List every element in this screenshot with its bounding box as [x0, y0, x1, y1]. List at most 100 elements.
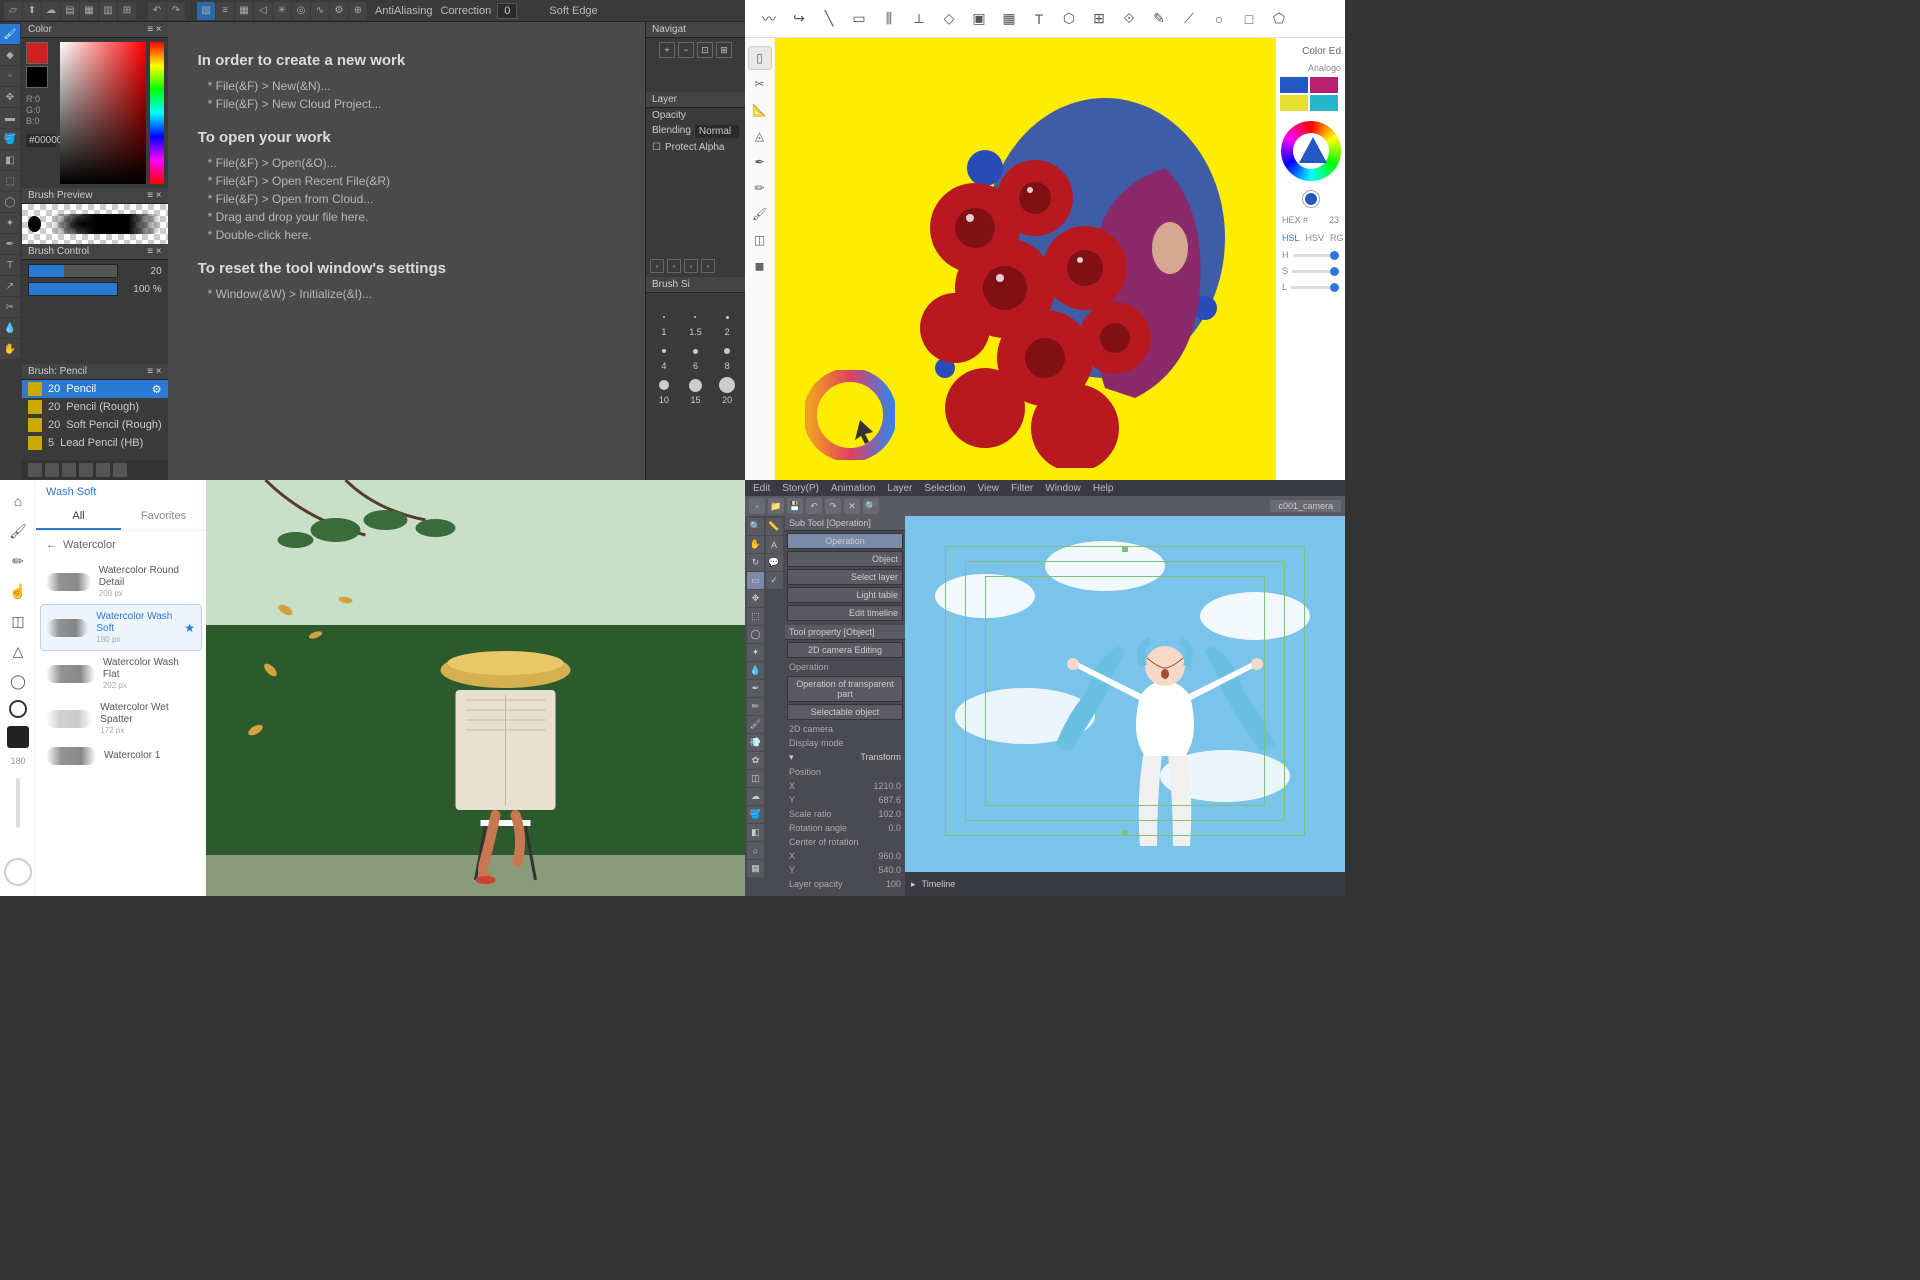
canvas-welcome[interactable]: In order to create a new work * File(&F)…	[168, 22, 645, 480]
snap-settings-icon[interactable]: ⚙	[330, 2, 348, 20]
brush-size-preset[interactable]: 4	[650, 341, 678, 371]
swatch[interactable]	[1280, 77, 1308, 93]
eyedropper-tool-icon[interactable]: 💧	[0, 318, 20, 338]
brush-icon[interactable]: 〰	[759, 9, 779, 29]
snap-circle-icon[interactable]: ◎	[292, 2, 310, 20]
save-icon[interactable]: ▤	[61, 2, 79, 20]
cloud-icon[interactable]: ☁	[42, 2, 60, 20]
gradient-icon[interactable]: ◧	[747, 824, 764, 841]
swatch[interactable]	[1280, 95, 1308, 111]
text-tool-icon[interactable]: T	[0, 255, 20, 275]
brush-icon[interactable]: 🖌	[7, 520, 29, 542]
timeline-toggle-icon[interactable]: ▸	[911, 879, 916, 890]
menu-story[interactable]: Story(P)	[782, 483, 819, 494]
camera-handle[interactable]	[1122, 830, 1128, 836]
text-icon[interactable]: T	[1029, 9, 1049, 29]
panel-menu-icon[interactable]: ≡ ×	[147, 190, 161, 201]
zoom-out-icon[interactable]: −	[678, 42, 694, 58]
subtool-item[interactable]: Select layer	[787, 569, 903, 585]
layer-icon[interactable]: ▫	[667, 259, 681, 273]
eyedrop-icon[interactable]: ⟋	[1179, 9, 1199, 29]
blend-mode-select[interactable]: Normal	[695, 125, 739, 138]
brush-size-slider[interactable]	[28, 264, 118, 278]
eraser-tool-icon[interactable]: ◆	[0, 45, 20, 65]
snap-curve-icon[interactable]: ∿	[311, 2, 329, 20]
fill-icon[interactable]: ◼	[748, 254, 772, 278]
grid-icon[interactable]: ▦	[80, 2, 98, 20]
pen-tool-icon[interactable]: ✒	[0, 234, 20, 254]
background-swatch[interactable]	[26, 66, 48, 88]
home-icon[interactable]: ⌂	[7, 490, 29, 512]
operation-tool-icon[interactable]: ↗	[0, 276, 20, 296]
menu-layer[interactable]: Layer	[887, 483, 912, 494]
frame-icon[interactable]: ▦	[747, 860, 764, 877]
tab-rgb[interactable]: RG	[1330, 233, 1344, 243]
ruler-icon[interactable]: 📏	[766, 518, 783, 535]
subtool-group[interactable]: Operation	[787, 533, 903, 549]
size-slider[interactable]	[16, 778, 20, 828]
brush-size-preset[interactable]: 15	[682, 375, 710, 405]
soft-edge-label[interactable]: Soft Edge	[549, 5, 597, 17]
menu-window[interactable]: Window	[1045, 483, 1081, 494]
figure-icon[interactable]: ○	[747, 842, 764, 859]
canvas-area[interactable]	[775, 38, 1275, 480]
menu-filter[interactable]: Filter	[1011, 483, 1033, 494]
hand-tool-icon[interactable]: ✋	[0, 339, 20, 359]
pos-y-value[interactable]: 687.6	[878, 795, 901, 805]
redo-icon[interactable]: ↷	[825, 498, 841, 514]
protect-alpha-checkbox[interactable]: ☐Protect Alpha	[646, 140, 745, 155]
lasso-icon[interactable]: ◯	[7, 670, 29, 692]
fill-tool-icon[interactable]: ▬	[0, 108, 20, 128]
brush-item[interactable]: Watercolor Wet Spatter172 px	[36, 696, 206, 741]
mask-icon[interactable]: ▣	[969, 9, 989, 29]
align-icon[interactable]: ⫼	[879, 9, 899, 29]
zoom-icon[interactable]: 🔍	[747, 518, 764, 535]
new-icon[interactable]: ▫	[749, 498, 765, 514]
pencil-icon[interactable]: ✏	[747, 698, 764, 715]
brush-list-item[interactable]: 5 Lead Pencil (HB)	[22, 434, 168, 452]
airbrush-icon[interactable]: 💨	[747, 734, 764, 751]
brush-size-preset[interactable]: 20	[713, 375, 741, 405]
menu-view[interactable]: View	[978, 483, 1000, 494]
ruler-icon[interactable]: 📐	[748, 98, 772, 122]
blend-icon[interactable]: ☁	[747, 788, 764, 805]
color-chip[interactable]	[4, 858, 32, 886]
pos-x-value[interactable]: 1210.0	[873, 781, 901, 791]
snap-perspective-icon[interactable]: ◁	[254, 2, 272, 20]
brush-icon[interactable]: 🖌	[748, 202, 772, 226]
shapes-icon[interactable]: △	[7, 640, 29, 662]
redo-icon[interactable]: ↪	[789, 9, 809, 29]
hand-icon[interactable]: ✋	[747, 536, 764, 553]
dot-tool-icon[interactable]: ▫	[0, 66, 20, 86]
tab-hsv[interactable]: HSV	[1306, 233, 1325, 243]
brush-size-preset[interactable]: 6	[682, 341, 710, 371]
prop-select[interactable]: Selectable object	[787, 704, 903, 720]
new-layer-icon[interactable]: ▫	[650, 259, 664, 273]
crop-icon[interactable]: ⟂	[909, 9, 929, 29]
text-icon[interactable]: A	[766, 536, 783, 553]
hex-field[interactable]: #000000	[26, 134, 56, 147]
brush-item[interactable]: Watercolor Wash Flat202 px	[36, 651, 206, 696]
polygon-icon[interactable]: ⬠	[1269, 9, 1289, 29]
zoom-actual-icon[interactable]: ⊞	[716, 42, 732, 58]
move-tool-icon[interactable]: ✥	[0, 87, 20, 107]
redo-icon[interactable]: ↷	[167, 2, 185, 20]
panel-menu-icon[interactable]: ≡ ×	[147, 366, 161, 377]
subtool-item[interactable]: Object	[787, 551, 903, 567]
brush-item[interactable]: Watercolor 1	[36, 741, 206, 771]
scissors-icon[interactable]: ✂	[748, 72, 772, 96]
brush-size-preset[interactable]: 10	[650, 375, 678, 405]
bucket-tool-icon[interactable]: 🪣	[0, 129, 20, 149]
decoration-icon[interactable]: ✿	[747, 752, 764, 769]
canvas-area[interactable]: ▸ Timeline	[905, 516, 1345, 896]
folder2-icon[interactable]	[96, 463, 110, 477]
zoom-icon[interactable]: 🔍	[863, 498, 879, 514]
brush-size-preset[interactable]: 1.5	[682, 307, 710, 337]
gear-icon[interactable]: ⚙	[152, 383, 162, 396]
snap-lines-icon[interactable]: ≡	[216, 2, 234, 20]
brush-list-item[interactable]: 20 Pencil (Rough)	[22, 398, 168, 416]
color-ring-icon[interactable]	[9, 700, 27, 718]
rotation-value[interactable]: 0.0	[888, 823, 901, 833]
brush-list-item[interactable]: 20 Soft Pencil (Rough)	[22, 416, 168, 434]
favorite-star-icon[interactable]: ★	[184, 621, 195, 635]
